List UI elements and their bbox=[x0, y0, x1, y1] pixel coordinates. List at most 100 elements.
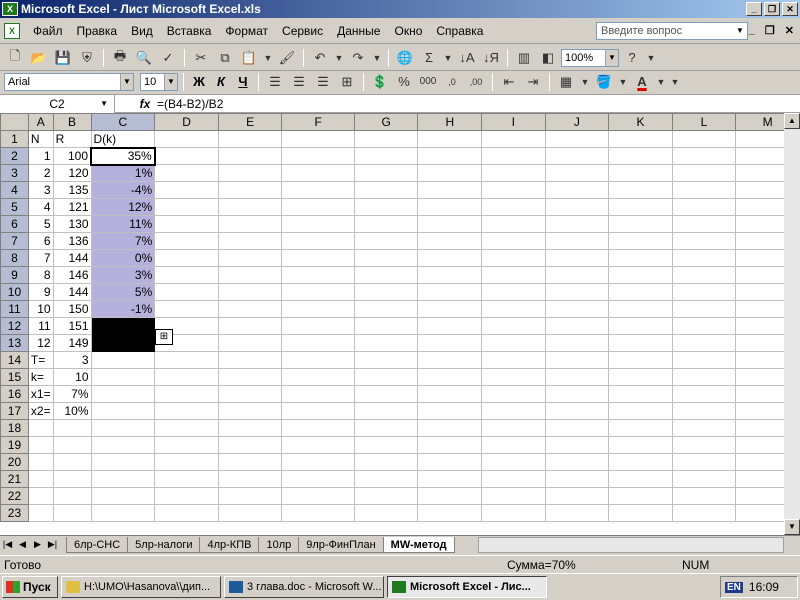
help-dropdown-icon[interactable]: ▼ bbox=[733, 23, 747, 39]
cell[interactable] bbox=[608, 181, 673, 199]
row-header[interactable]: 11 bbox=[0, 300, 29, 318]
cell[interactable]: R bbox=[52, 130, 92, 148]
menu-view[interactable]: Вид bbox=[124, 24, 160, 38]
cell[interactable] bbox=[52, 470, 92, 488]
cell[interactable]: 3 bbox=[52, 351, 92, 369]
cell[interactable] bbox=[154, 164, 219, 182]
sheet-tab-9lr[interactable]: 9лр-ФинПлан bbox=[298, 536, 384, 553]
cell[interactable] bbox=[544, 402, 610, 420]
cell[interactable] bbox=[217, 351, 283, 369]
toolbar-options-icon[interactable]: ▼ bbox=[645, 47, 657, 69]
sheet-tab-mw[interactable]: MW-метод bbox=[382, 536, 455, 553]
cell[interactable]: 151 bbox=[52, 317, 92, 335]
cell[interactable] bbox=[671, 215, 737, 233]
cell[interactable] bbox=[417, 436, 483, 454]
workbook-icon[interactable]: X bbox=[4, 22, 20, 39]
cell[interactable] bbox=[481, 266, 546, 284]
cell[interactable]: 5% bbox=[90, 283, 156, 301]
cut-icon[interactable]: ✂ bbox=[190, 47, 212, 69]
autosum-dropdown-icon[interactable]: ▼ bbox=[442, 47, 454, 69]
cell[interactable]: D(k) bbox=[90, 130, 156, 148]
cell[interactable] bbox=[544, 504, 610, 522]
cell[interactable]: 135 bbox=[52, 181, 92, 199]
cell[interactable] bbox=[481, 487, 546, 505]
cell[interactable] bbox=[417, 351, 483, 369]
cell[interactable] bbox=[281, 487, 355, 505]
align-right-icon[interactable]: ☰ bbox=[312, 71, 334, 93]
redo-icon[interactable]: ↷ bbox=[347, 47, 369, 69]
cell[interactable]: 12 bbox=[27, 334, 54, 352]
cell[interactable] bbox=[217, 283, 283, 301]
cell[interactable] bbox=[281, 453, 355, 471]
paste-icon[interactable]: 📋 bbox=[238, 47, 260, 69]
cell[interactable] bbox=[608, 249, 673, 267]
cell[interactable] bbox=[544, 249, 610, 267]
column-header[interactable]: H bbox=[417, 113, 483, 131]
font-size-select[interactable]: 10 ▼ bbox=[140, 72, 178, 91]
cell[interactable] bbox=[281, 215, 355, 233]
cell[interactable]: 1 bbox=[27, 147, 54, 165]
row-header[interactable]: 22 bbox=[0, 487, 29, 505]
cell[interactable] bbox=[90, 453, 156, 471]
cell[interactable] bbox=[544, 317, 610, 335]
scroll-down-icon[interactable]: ▼ bbox=[784, 519, 800, 535]
vertical-scrollbar[interactable]: ▲ ▼ bbox=[784, 113, 800, 535]
font-color-icon[interactable]: A bbox=[631, 71, 653, 93]
cell[interactable] bbox=[154, 436, 219, 454]
cell[interactable] bbox=[608, 215, 673, 233]
cell[interactable]: 1% bbox=[90, 164, 156, 182]
cell[interactable] bbox=[481, 198, 546, 216]
column-header[interactable]: B bbox=[52, 113, 92, 131]
cell[interactable] bbox=[417, 198, 483, 216]
cell[interactable] bbox=[608, 419, 673, 437]
cell[interactable] bbox=[281, 283, 355, 301]
cell[interactable] bbox=[608, 164, 673, 182]
cell[interactable] bbox=[353, 368, 419, 386]
cell[interactable] bbox=[90, 385, 156, 403]
cell[interactable] bbox=[353, 147, 419, 165]
column-header[interactable]: A bbox=[27, 113, 54, 131]
hyperlink-icon[interactable]: 🌐 bbox=[394, 47, 416, 69]
doc-close-button[interactable]: ✕ bbox=[785, 24, 794, 37]
name-box-dropdown-icon[interactable]: ▼ bbox=[100, 99, 108, 108]
decrease-decimal-icon[interactable]: ,00 bbox=[465, 71, 487, 93]
cell[interactable] bbox=[481, 368, 546, 386]
cell[interactable] bbox=[27, 419, 54, 437]
cell[interactable] bbox=[481, 470, 546, 488]
cell[interactable] bbox=[481, 385, 546, 403]
cell[interactable] bbox=[671, 470, 737, 488]
cell[interactable] bbox=[671, 487, 737, 505]
cell[interactable] bbox=[481, 164, 546, 182]
cell[interactable] bbox=[52, 487, 92, 505]
cell[interactable] bbox=[27, 453, 54, 471]
sort-ascending-icon[interactable]: ↓A bbox=[456, 47, 478, 69]
cell[interactable] bbox=[671, 385, 737, 403]
cell[interactable] bbox=[544, 232, 610, 250]
cell[interactable] bbox=[217, 164, 283, 182]
cell[interactable] bbox=[154, 504, 219, 522]
cell[interactable] bbox=[608, 385, 673, 403]
cell[interactable] bbox=[27, 504, 54, 522]
cell[interactable]: -1% bbox=[90, 300, 156, 318]
column-header[interactable]: K bbox=[608, 113, 673, 131]
cell[interactable] bbox=[217, 436, 283, 454]
new-icon[interactable]: 🗋 bbox=[4, 47, 26, 69]
cell[interactable] bbox=[544, 198, 610, 216]
menu-format[interactable]: Формат bbox=[218, 24, 275, 38]
cell[interactable]: 120 bbox=[52, 164, 92, 182]
cell[interactable]: 9 bbox=[27, 283, 54, 301]
cell[interactable] bbox=[608, 266, 673, 284]
row-header[interactable]: 19 bbox=[0, 436, 29, 454]
cell[interactable] bbox=[544, 130, 610, 148]
cell[interactable] bbox=[217, 487, 283, 505]
cell[interactable] bbox=[417, 419, 483, 437]
cell[interactable] bbox=[671, 266, 737, 284]
row-header[interactable]: 1 bbox=[0, 130, 29, 148]
cell[interactable] bbox=[671, 504, 737, 522]
redo-dropdown-icon[interactable]: ▼ bbox=[371, 47, 383, 69]
cell[interactable] bbox=[481, 215, 546, 233]
cell[interactable] bbox=[481, 334, 546, 352]
cell[interactable] bbox=[608, 402, 673, 420]
row-header[interactable]: 13 bbox=[0, 334, 29, 352]
taskbar-item-excel[interactable]: Microsoft Excel - Лис... bbox=[387, 576, 547, 598]
